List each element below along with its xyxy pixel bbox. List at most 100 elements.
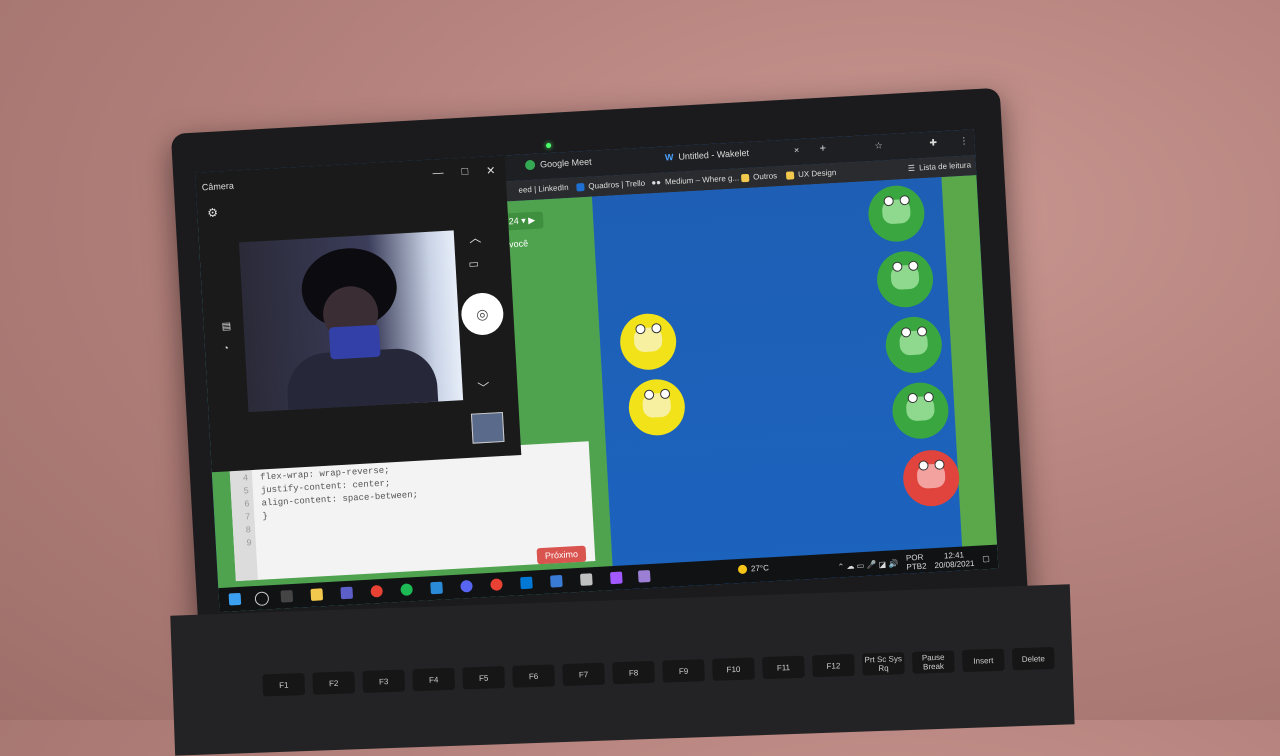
phone-in-hand (328, 324, 381, 360)
camera-taskbar-icon[interactable] (637, 569, 651, 583)
key: F7 (562, 662, 605, 687)
trello-icon (576, 182, 585, 191)
settings-gear-icon[interactable]: ⚙ (207, 206, 219, 221)
key: F6 (512, 664, 555, 688)
vscode-icon[interactable] (430, 581, 443, 595)
close-button[interactable]: ✕ (486, 164, 496, 177)
tab-label: Google Meet (539, 156, 592, 170)
language-indicator[interactable]: POR PTB2 (906, 553, 927, 572)
key: F11 (762, 655, 805, 680)
key: Insert (961, 648, 1005, 673)
next-button[interactable]: Próximo (536, 545, 587, 565)
key: Prt Sc Sys Rq (862, 652, 905, 676)
sun-icon (737, 564, 748, 575)
minimize-button[interactable]: — (432, 167, 444, 181)
folder-icon (785, 170, 795, 180)
frog-icon (642, 388, 672, 419)
notepad-icon[interactable] (580, 573, 593, 586)
chrome-icon[interactable] (370, 584, 384, 598)
frog-icon (899, 326, 929, 356)
maximize-button[interactable]: □ (461, 166, 468, 179)
frog-icon (905, 391, 935, 422)
reading-list-label: Lista de leitura (918, 160, 972, 173)
reading-list[interactable]: ☰ Lista de leitura (908, 160, 972, 173)
language-bottom: PTB2 (906, 561, 927, 572)
tab-label: Untitled - Wakelet (678, 147, 750, 162)
google-meet-icon (524, 159, 536, 171)
frog-icon (916, 459, 946, 489)
bookmark-ux-design[interactable]: UX Design (785, 167, 837, 180)
bookmark-trello[interactable]: Quadros | Trello (576, 179, 645, 192)
chevron-down-icon[interactable]: ﹀ (477, 379, 490, 397)
camera-mode-icon[interactable]: ▤ (221, 321, 231, 333)
camera-icon: ◎ (475, 305, 489, 322)
notification-icon[interactable]: ▢ (982, 554, 990, 563)
search-icon[interactable] (254, 591, 270, 607)
medium-icon: ●● (651, 177, 662, 188)
key: F12 (812, 653, 855, 678)
key: Pause Break (911, 650, 955, 674)
line-number: 5 (243, 486, 250, 497)
teams-icon[interactable] (340, 586, 354, 600)
line-number: 4 (242, 473, 249, 484)
key: F5 (462, 666, 506, 690)
line-number: 8 (245, 525, 252, 536)
tray-icons[interactable]: ⌃ ☁ ▭ 🎤 ◪ 🔊 (837, 559, 898, 571)
frog-icon (633, 322, 663, 353)
key: F9 (662, 659, 705, 683)
tab-google-meet[interactable]: Google Meet (524, 156, 592, 171)
bookmark-label: UX Design (797, 167, 837, 180)
wakelet-icon: W (664, 152, 674, 163)
line-number: 7 (244, 512, 251, 523)
frog-icon (881, 194, 911, 225)
video-mode-icon[interactable]: ▭ (468, 257, 479, 271)
timer-icon[interactable]: ◔ (223, 343, 230, 354)
chrome-profile-icon[interactable] (490, 578, 503, 591)
date: 20/08/2021 (934, 558, 975, 571)
key: F4 (412, 667, 456, 692)
outlook-icon[interactable] (520, 576, 533, 590)
camera-preview (238, 230, 464, 413)
key: F10 (712, 657, 755, 681)
menu-icon[interactable]: ⋮ (959, 136, 969, 147)
laptop-screen: Google Meet W Untitled - Wakelet × + ☆ ✚… (195, 129, 999, 613)
clock[interactable]: 12:41 20/08/2021 (934, 550, 975, 571)
laptop: Google Meet W Untitled - Wakelet × + ☆ ✚… (170, 87, 1029, 654)
line-number: 6 (243, 499, 250, 510)
line-number: 9 (246, 538, 253, 549)
camera-title: Câmera (201, 180, 235, 193)
key: F1 (262, 673, 306, 697)
close-tab-icon[interactable]: × (794, 145, 800, 155)
bookmark-outros[interactable]: Outros (740, 171, 778, 182)
bookmark-label: eed | LinkedIn (518, 182, 569, 195)
frog-icon (890, 260, 920, 291)
star-icon[interactable]: ☆ (874, 140, 883, 151)
file-explorer-icon[interactable] (310, 588, 324, 601)
windows-start-icon[interactable] (228, 592, 242, 606)
task-view-icon[interactable] (280, 589, 294, 603)
function-keys-row: F1 F2 F3 F4 F5 F6 F7 F8 F9 F10 F11 F12 P… (262, 646, 1055, 697)
shutter-button[interactable]: ◎ (460, 291, 505, 337)
key: F3 (362, 669, 406, 694)
bookmark-linkedin[interactable]: eed | LinkedIn (518, 183, 569, 195)
laptop-keyboard: F1 F2 F3 F4 F5 F6 F7 F8 F9 F10 F11 F12 P… (170, 584, 1075, 756)
new-tab-button[interactable]: + (819, 143, 826, 155)
extensions-icon[interactable]: ✚ (929, 137, 937, 148)
folder-icon (740, 173, 750, 182)
key: F2 (312, 671, 356, 695)
camera-app-window: Câmera — □ ✕ ⚙ ▤ ◔ ︿ ▭ ◎ ﹀ (195, 155, 522, 473)
last-photo-thumbnail[interactable] (470, 411, 505, 444)
webcam-indicator (545, 142, 552, 149)
discord-icon[interactable] (460, 579, 473, 593)
photos-icon[interactable] (550, 574, 563, 588)
reading-list-icon: ☰ (907, 163, 916, 173)
window-controls: — □ ✕ (432, 164, 496, 180)
weather-widget[interactable]: 27°C (737, 563, 769, 575)
spotify-icon[interactable] (400, 583, 413, 596)
bookmark-label: Outros (752, 171, 778, 182)
chevron-up-icon[interactable]: ︿ (469, 229, 482, 247)
bookmark-label: Quadros | Trello (588, 178, 646, 191)
tab-wakelet[interactable]: W Untitled - Wakelet × (665, 145, 800, 162)
figma-icon[interactable] (609, 571, 623, 585)
bookmark-medium[interactable]: ●● Medium – Where g... (651, 173, 739, 187)
